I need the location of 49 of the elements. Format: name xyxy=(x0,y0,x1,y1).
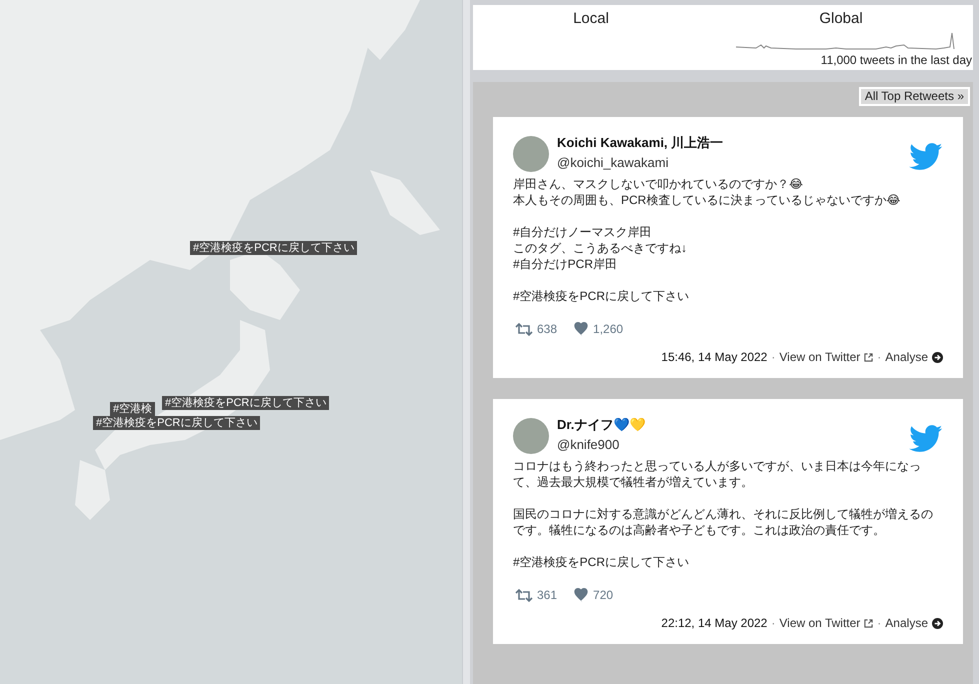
tweet-count-caption: 11,000 tweets in the last day xyxy=(820,52,972,68)
tweet-text-line: 岸田さん、マスクしないで叩かれているのですか？😂 xyxy=(513,176,804,192)
analyse-link[interactable]: Analyse xyxy=(885,614,928,632)
local-heading: Local xyxy=(573,9,609,29)
view-on-twitter-link[interactable]: View on Twitter xyxy=(779,614,860,632)
hashtag-label[interactable]: #空港検疫をPCRに戻して下さい xyxy=(93,416,260,430)
analyse-link[interactable]: Analyse xyxy=(885,348,928,366)
separator-dot: · xyxy=(877,615,882,632)
separator-dot: · xyxy=(877,349,882,366)
tweet-text-line: このタグ、こうあるべきですね↓ xyxy=(513,240,688,256)
hashtag-label[interactable]: #空港検 xyxy=(110,402,156,416)
separator-dot: · xyxy=(771,349,776,366)
all-top-retweets-button[interactable]: All Top Retweets » xyxy=(858,87,970,106)
like-count: 720 xyxy=(593,587,614,604)
tweet-time: 15:46, 14 May 2022 xyxy=(661,349,768,366)
retweet-icon xyxy=(515,588,533,602)
arrow-circle-icon xyxy=(932,352,943,362)
view-on-twitter-link[interactable]: View on Twitter xyxy=(779,348,860,366)
tweet-text-line: コロナはもう終わったと思っている人が多いですが、いま日本は今年になって、過去最大規模で犠牲者が増えています。 xyxy=(513,458,922,490)
tweet-text-line: #自分だけPCR岸田 xyxy=(513,256,618,272)
bird-icon xyxy=(909,143,943,171)
retweet-count: 361 xyxy=(537,587,558,604)
bird-icon xyxy=(909,425,943,453)
hashtag-label[interactable]: #空港検疫をPCRに戻して下さい xyxy=(190,241,358,255)
tweet-text-line: 国民のコロナに対する意識がどんどん薄れ、それに反比例して犠牲が増えるのです。犠牲になるのは高齢者や子どもです。これは政治の責任です。 xyxy=(513,506,934,538)
retweet-count: 638 xyxy=(537,321,558,338)
author-handle: @knife900 xyxy=(557,436,620,454)
avatar xyxy=(513,418,549,454)
avatar xyxy=(513,136,549,172)
like-count: 1,260 xyxy=(593,321,624,338)
tweet-text-line: #自分だけノーマスク岸田 xyxy=(513,224,653,240)
author-name: Koichi Kawakami, 川上浩一 xyxy=(557,134,724,152)
splitter-bar[interactable] xyxy=(462,0,470,684)
retweet-icon xyxy=(515,322,533,336)
tweet-text-line: 本人もその周囲も、PCR検査しているに決まっているじゃないですか😂 xyxy=(513,192,902,208)
global-heading: Global xyxy=(819,9,863,29)
arrow-circle-icon xyxy=(932,618,943,628)
author-handle: @koichi_kawakami xyxy=(557,154,670,172)
hashtag-label[interactable]: #空港検疫をPCRに戻して下さい xyxy=(162,396,330,410)
heart-icon xyxy=(573,322,590,336)
external-link-icon xyxy=(864,618,874,628)
separator-dot: · xyxy=(771,615,776,632)
tweet-text-line: #空港検疫をPCRに戻して下さい xyxy=(513,554,690,570)
heart-icon xyxy=(573,588,590,602)
tweet-text-line: #空港検疫をPCRに戻して下さい xyxy=(513,288,690,304)
author-name: Dr.ナイフ💙💛 xyxy=(557,416,646,434)
external-link-icon xyxy=(864,352,874,362)
tweet-time: 22:12, 14 May 2022 xyxy=(661,615,768,632)
map-view[interactable]: #空港検疫をPCRに戻して下さい #空港検 #空港検疫をPCRに戻して下さい #空港検疫をPCRに戻して下さい xyxy=(0,0,462,684)
